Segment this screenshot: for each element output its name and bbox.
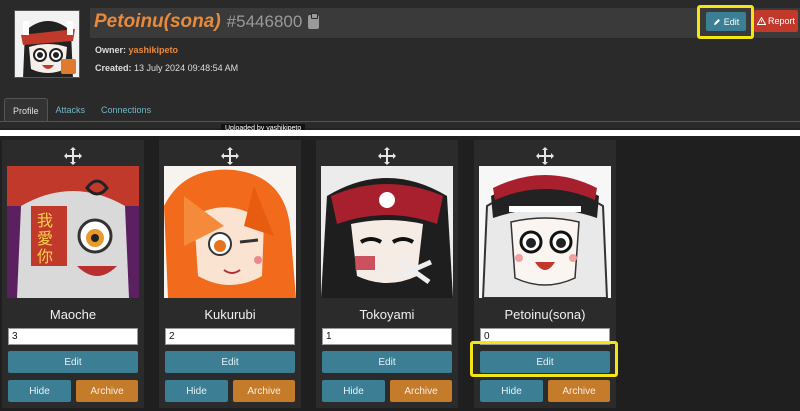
gallery-card: Petoinu(sona) Edit Hide Archive — [474, 140, 616, 408]
sort-order-input[interactable] — [322, 328, 452, 345]
tab-underline — [0, 121, 800, 122]
card-archive-button[interactable]: Archive — [390, 380, 452, 402]
card-archive-button[interactable]: Archive — [233, 380, 295, 402]
tab-profile[interactable]: Profile — [4, 98, 48, 122]
pencil-icon — [713, 18, 720, 25]
clipboard-icon[interactable] — [308, 13, 320, 29]
gallery-card: 我 愛 你 Maoche Edit Hide Archive — [2, 140, 144, 408]
tab-attacks[interactable]: Attacks — [48, 98, 94, 122]
report-label: Report — [767, 16, 795, 26]
created-value: 13 July 2024 09:48:54 AM — [134, 63, 239, 73]
character-gallery: 我 愛 你 Maoche Edit Hide Archive — [0, 136, 800, 411]
move-arrows-icon[interactable] — [535, 146, 555, 166]
owner-label: Owner: — [95, 45, 127, 55]
card-character-name: Tokoyami — [359, 307, 415, 322]
move-arrows-icon[interactable] — [220, 146, 240, 166]
card-character-name: Maoche — [49, 307, 97, 322]
warning-icon — [756, 17, 766, 25]
edit-character-label: Edit — [723, 16, 740, 27]
created-label: Created: — [95, 63, 132, 73]
card-hide-button[interactable]: Hide — [480, 380, 543, 402]
edit-character-button[interactable]: Edit — [706, 12, 746, 31]
title-row: Petoinu(sona) #5446800 — [94, 11, 320, 33]
move-arrows-icon[interactable] — [377, 146, 397, 166]
sort-order-input[interactable] — [8, 328, 138, 345]
svg-text:你: 你 — [37, 247, 53, 266]
svg-text:我: 我 — [37, 211, 53, 230]
owner-link[interactable]: yashikipeto — [129, 45, 179, 55]
card-hide-button[interactable]: Hide — [165, 380, 228, 402]
card-edit-button[interactable]: Edit — [165, 351, 295, 373]
card-archive-button[interactable]: Archive — [548, 380, 610, 402]
profile-tabs: Profile Attacks Connections — [4, 98, 159, 122]
created-line: Created: 13 July 2024 09:48:54 AM — [95, 63, 238, 73]
owner-line: Owner: yashikipeto — [95, 45, 178, 55]
character-name: Petoinu(sona) — [94, 11, 221, 32]
card-hide-button[interactable]: Hide — [322, 380, 385, 402]
character-image[interactable] — [321, 166, 453, 298]
card-character-name: Kukurubi — [204, 307, 256, 322]
gallery-card: Tokoyami Edit Hide Archive — [316, 140, 458, 408]
sort-order-input[interactable] — [480, 328, 610, 345]
badge-icon — [61, 59, 76, 74]
character-image[interactable] — [479, 166, 611, 298]
character-image[interactable]: 我 愛 你 — [7, 166, 139, 298]
character-id: #5446800 — [226, 12, 303, 31]
card-archive-button[interactable]: Archive — [76, 380, 138, 402]
card-hide-button[interactable]: Hide — [8, 380, 71, 402]
report-button[interactable]: Report — [754, 10, 798, 32]
card-edit-button[interactable]: Edit — [8, 351, 138, 373]
tab-connections[interactable]: Connections — [93, 98, 159, 122]
character-header: Petoinu(sona) #5446800 Owner: yashikipet… — [0, 0, 800, 133]
card-edit-button[interactable]: Edit — [480, 351, 610, 373]
card-edit-button[interactable]: Edit — [322, 351, 452, 373]
character-image[interactable] — [164, 166, 296, 298]
character-avatar[interactable] — [14, 10, 80, 78]
move-arrows-icon[interactable] — [63, 146, 83, 166]
card-character-name: Petoinu(sona) — [504, 307, 586, 322]
svg-text:愛: 愛 — [37, 229, 53, 248]
sort-order-input[interactable] — [165, 328, 295, 345]
gallery-card: Kukurubi Edit Hide Archive — [159, 140, 301, 408]
